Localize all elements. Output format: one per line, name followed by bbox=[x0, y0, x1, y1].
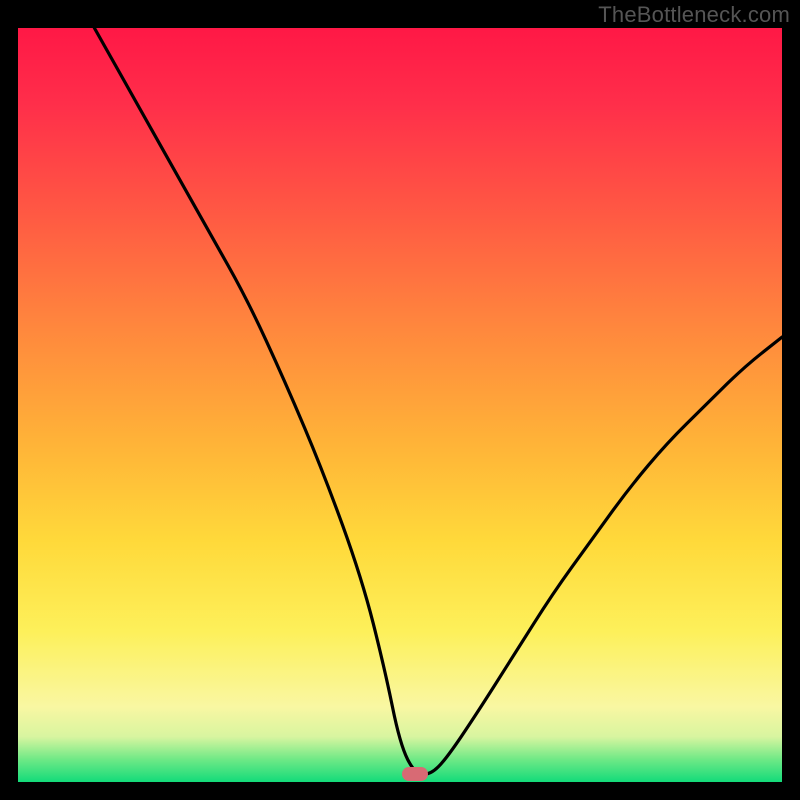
curve-path bbox=[94, 28, 782, 775]
chart-frame: TheBottleneck.com bbox=[0, 0, 800, 800]
plot-area bbox=[18, 28, 782, 782]
watermark-text: TheBottleneck.com bbox=[598, 2, 790, 28]
trough-marker bbox=[402, 767, 428, 781]
bottleneck-curve bbox=[18, 28, 782, 782]
